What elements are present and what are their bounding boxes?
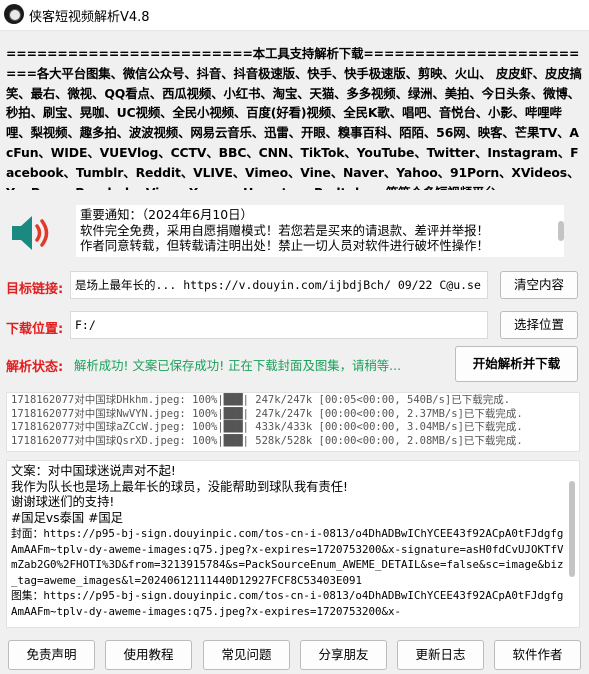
log-line: 1718162077对中国球aZCcW.jpeg: 100%|███| 433k… [11,421,523,433]
software-author-button[interactable]: 软件作者 [494,640,581,670]
notice-text-area[interactable]: 重要通知：（2024年6月10日） 软件完全免费，采用自愿捐赠模式！若您若是买来… [76,205,564,257]
title-bar: 侠客短视频解析V4.8 [0,0,589,31]
speaker-icon [12,216,49,250]
log-line: 1718162077对中国球NwVYN.jpeg: 100%|███| 247k… [11,407,523,420]
result-line: #国足vs泰国 #国足 [11,510,123,525]
result-line: 谢谢球迷们的支持! [11,495,115,509]
target-link-label: 目标链接: [6,282,64,297]
notice-panel: 重要通知：（2024年6月10日） 软件完全免费，采用自愿捐赠模式！若您若是买来… [6,205,580,257]
result-gallery-url: 图集：https://p95-bj-sign.douyinpic.com/tos… [11,589,564,618]
window-title: 侠客短视频解析V4.8 [29,10,150,25]
download-location-label: 下载位置: [6,322,64,337]
start-parse-download-button[interactable]: 开始解析并下载 [455,346,578,382]
result-cover-url: 封面：https://p95-bj-sign.douyinpic.com/tos… [11,527,564,587]
tutorial-button[interactable]: 使用教程 [105,640,192,670]
download-location-input[interactable]: F:/ [70,311,488,339]
parse-status-label: 解析状态: [6,360,64,375]
result-scrollbar[interactable] [569,481,575,577]
app-logo-icon [4,4,24,24]
disclaimer-button[interactable]: 免责声明 [8,640,95,670]
notice-line: 作者同意转载，但转载请注明出处！禁止一切人员对软件进行破坏性操作！ [80,238,489,253]
target-link-input[interactable]: 是场上最年长的... https://v.douyin.com/ijbdjBch… [70,271,488,299]
notice-line: 软件完全免费，采用自愿捐赠模式！若您若是买来的请退款、差评并举报！ [80,222,489,238]
log-line: 1718162077对中国球DHkhm.jpeg: 100%|███| 247k… [11,394,511,406]
share-friends-button[interactable]: 分享朋友 [300,640,387,670]
result-text-area[interactable]: 文案：对中国球迷说声对不起! 我作为队长也是场上最年长的球员，没能帮助到球队我有… [6,460,580,628]
notice-line: 重要通知：（2024年6月10日） [80,207,253,222]
result-line: 我作为队长也是场上最年长的球员，没能帮助到球队我有责任! [11,479,348,494]
choose-location-button[interactable]: 选择位置 [500,311,578,339]
result-line: 文案：对中国球迷说声对不起! [11,464,176,478]
supported-platforms-banner: ========================本工具支持解析下载=======… [6,46,582,190]
clear-content-button[interactable]: 清空内容 [500,271,578,299]
notice-scrollbar[interactable] [558,221,564,241]
parse-status-text: 解析成功! 文案已保存成功! 正在下载封面及图集，请稍等... [74,358,402,373]
faq-button[interactable]: 常见问题 [203,640,290,670]
download-log[interactable]: 1718162077对中国球DHkhm.jpeg: 100%|███| 247k… [6,392,580,452]
update-log-button[interactable]: 更新日志 [397,640,484,670]
log-line: 1718162077对中国球QsrXD.jpeg: 100%|███| 528k… [11,434,523,447]
